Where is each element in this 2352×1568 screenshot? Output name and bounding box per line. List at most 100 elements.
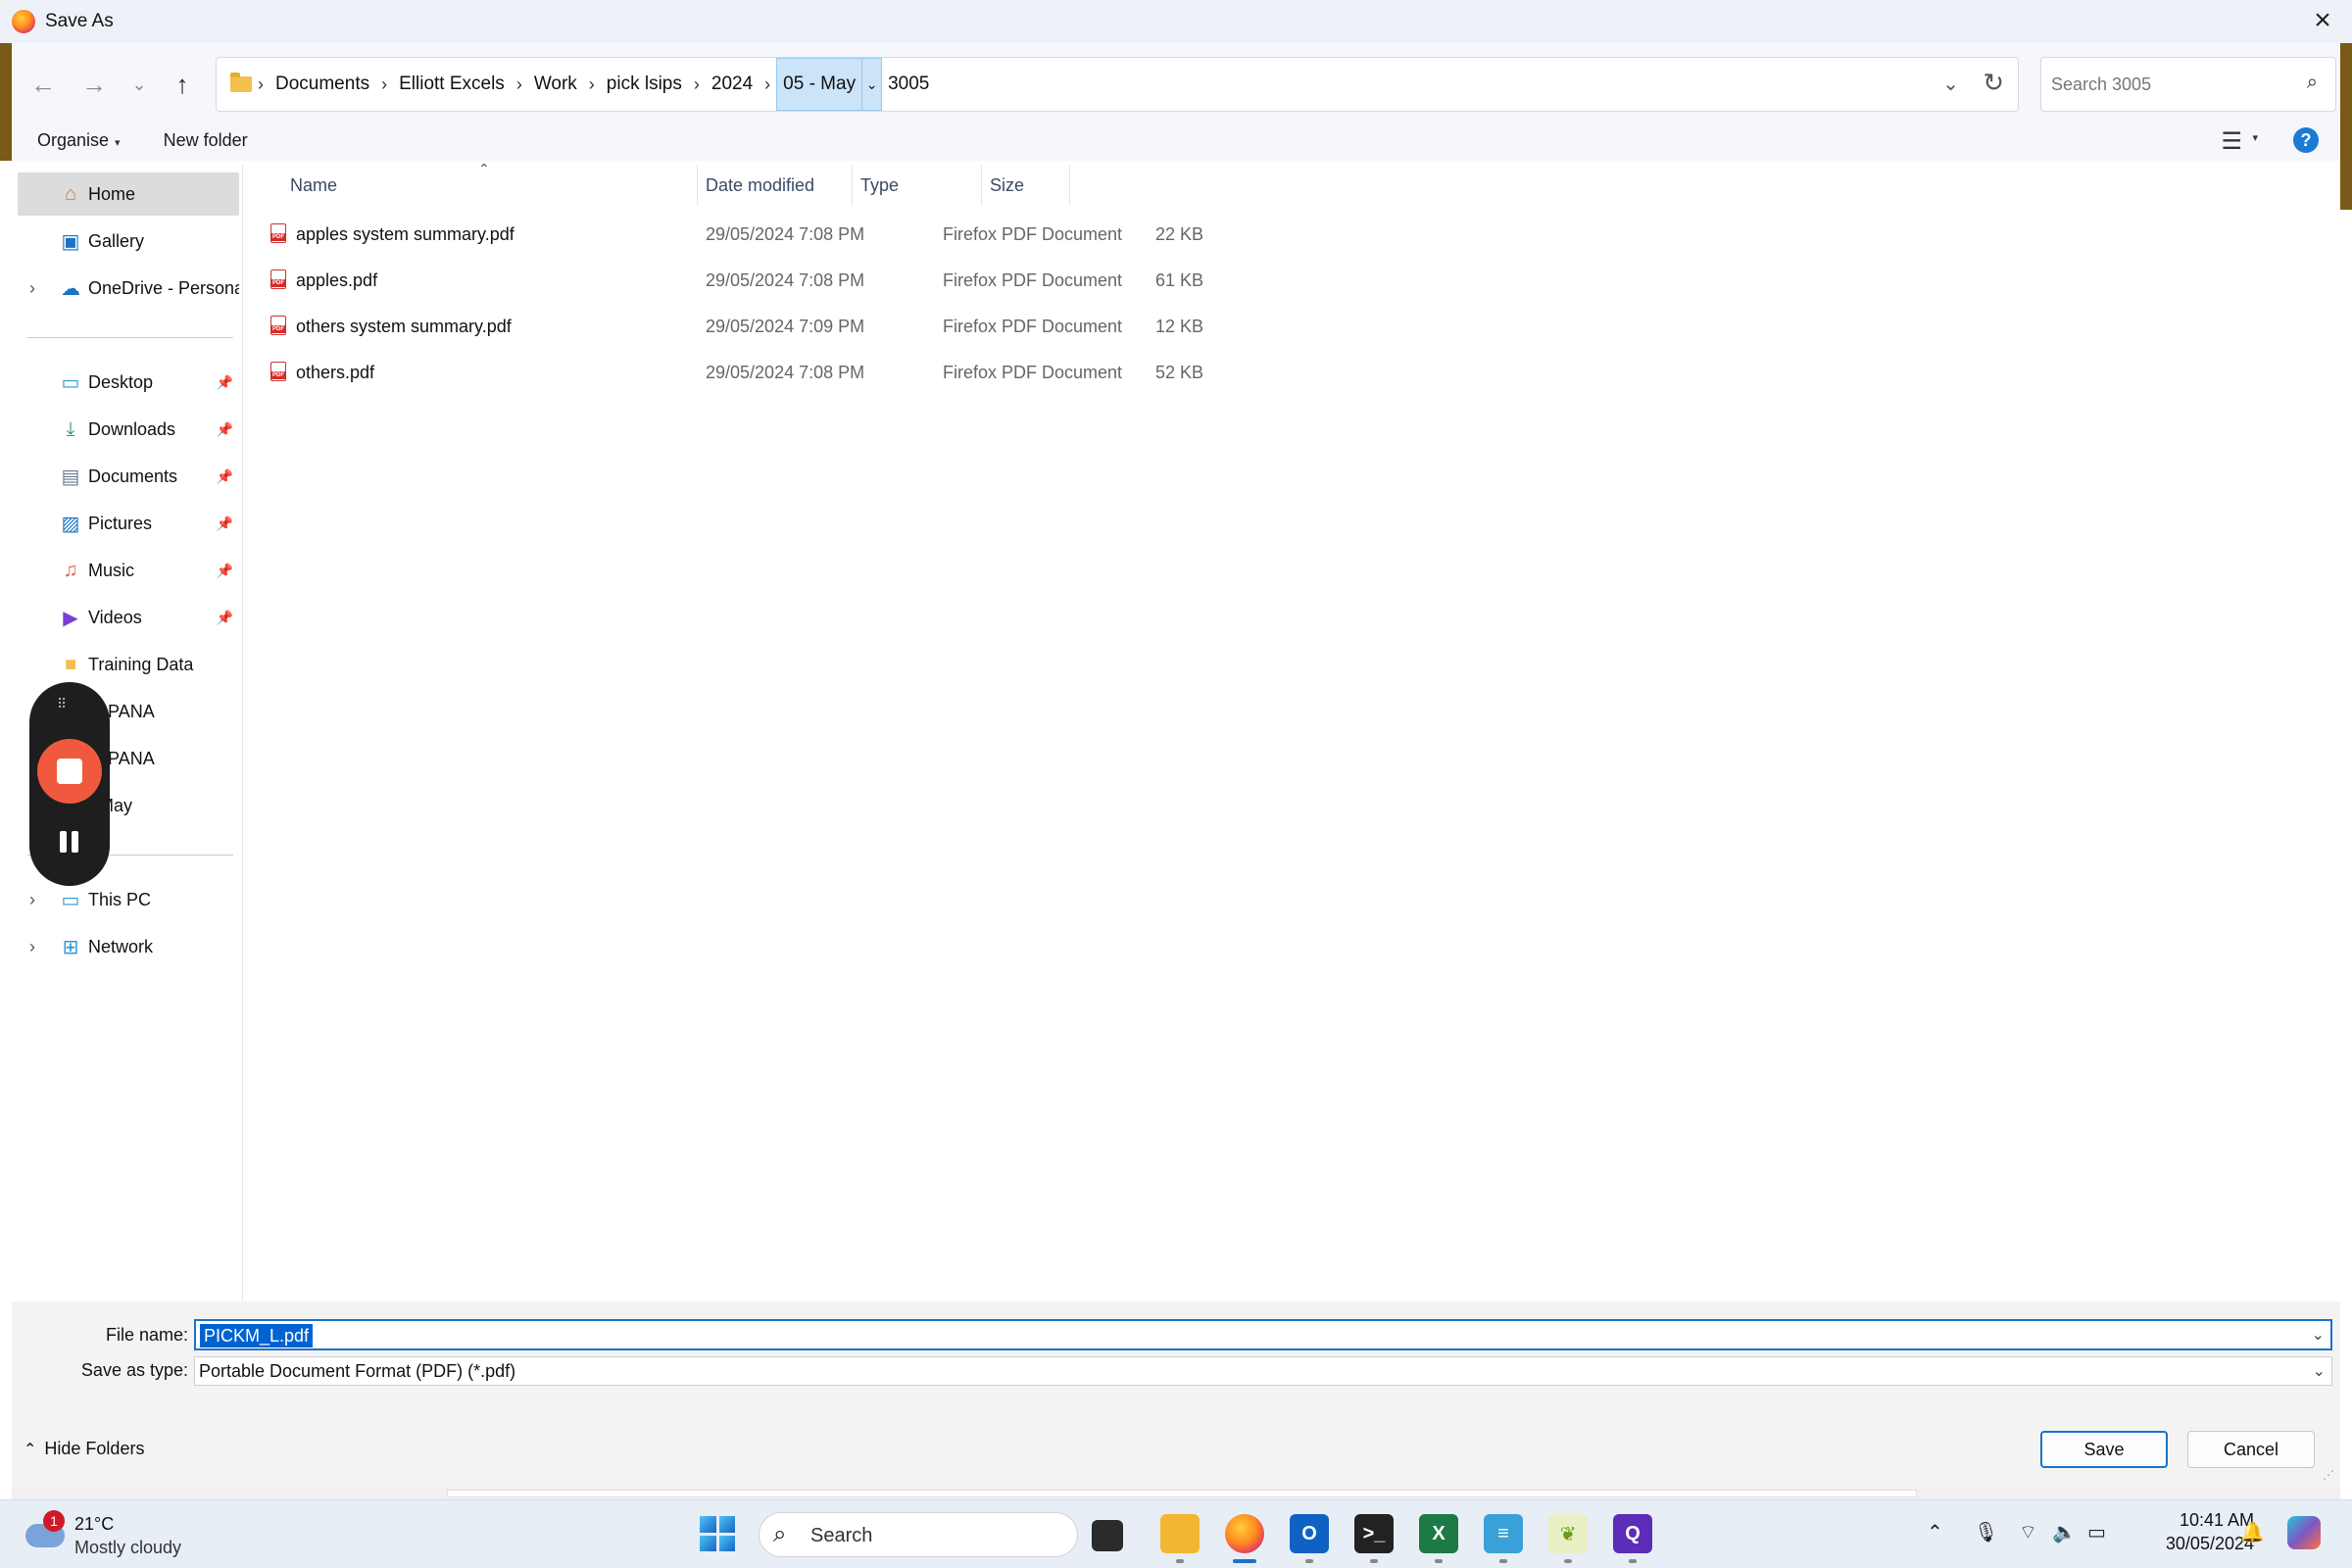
file-name-field[interactable]: PICKM_L.pdf ⌄ [194, 1319, 2332, 1350]
pin-icon[interactable]: 📌 [217, 515, 233, 532]
chevron-right-icon[interactable]: › [29, 278, 35, 299]
breadcrumb-separator-icon[interactable]: › [511, 74, 528, 95]
file-date: 29/05/2024 7:09 PM [706, 316, 865, 336]
search-input[interactable] [2051, 70, 2286, 99]
pin-icon[interactable]: 📌 [217, 563, 233, 579]
column-header-size[interactable]: Size [982, 165, 1070, 206]
weather-widget[interactable]: 1 21°C Mostly cloudy [25, 1510, 221, 1559]
recent-locations-chevron-icon[interactable]: ⌄ [118, 63, 161, 106]
battery-icon[interactable]: ▭ [2087, 1520, 2106, 1544]
speaker-icon[interactable]: 🔈 [2052, 1520, 2077, 1544]
horizontal-scrollbar[interactable] [12, 1488, 2340, 1499]
sidebar-item-pictures[interactable]: ▨ Pictures 📌 [18, 502, 239, 545]
new-folder-button[interactable]: New folder [164, 130, 248, 151]
file-row[interactable]: others system summary.pdf 29/05/2024 7:0… [267, 304, 1305, 349]
column-header-date-modified[interactable]: Date modified [698, 165, 853, 206]
back-arrow-icon[interactable]: ← [22, 63, 65, 106]
terminal-icon[interactable]: >_ [1354, 1514, 1394, 1563]
view-options-icon[interactable]: ☰ [2221, 127, 2242, 156]
sidebar-item-documents[interactable]: ▤ Documents 📌 [18, 455, 239, 498]
sidebar-item-home[interactable]: ⌂ Home [18, 172, 239, 216]
breadcrumb-05-may[interactable]: 05 - May [776, 58, 863, 111]
search-box[interactable]: ⌕ [2040, 57, 2336, 112]
breadcrumb-2024[interactable]: 2024 [706, 74, 759, 95]
close-icon[interactable]: × [2307, 6, 2338, 37]
breadcrumb-separator-icon[interactable]: › [583, 74, 601, 95]
sidebar-item-videos[interactable]: ▶ Videos 📌 [18, 596, 239, 639]
chevron-down-icon[interactable]: ⌄ [862, 58, 883, 111]
pin-icon[interactable]: 📌 [217, 468, 233, 485]
file-date: 29/05/2024 7:08 PM [706, 362, 865, 382]
copilot-icon[interactable] [2287, 1516, 2321, 1549]
help-icon[interactable]: ? [2293, 127, 2319, 153]
wifi-icon[interactable]: ⌔ [2019, 1520, 2037, 1544]
organise-label: Organise [37, 129, 110, 150]
pin-icon[interactable]: 📌 [217, 374, 233, 391]
app-q-icon[interactable]: Q [1613, 1514, 1652, 1563]
file-list: ⌃ Name Date modified Type Size apples sy… [243, 161, 2340, 1301]
chevron-down-icon[interactable]: ⌄ [2312, 1325, 2325, 1345]
firefox-icon[interactable] [1225, 1514, 1264, 1563]
sidebar-item-gallery[interactable]: ▣ Gallery [18, 220, 239, 263]
up-arrow-icon[interactable]: ↑ [161, 63, 204, 106]
address-bar[interactable]: › Documents › Elliott Excels › Work › pi… [216, 57, 2019, 112]
caret-down-icon[interactable]: ▾ [2252, 131, 2258, 144]
cancel-button[interactable]: Cancel [2187, 1431, 2315, 1468]
file-row[interactable]: apples.pdf 29/05/2024 7:08 PM Firefox PD… [267, 258, 1305, 303]
breadcrumb-elliott-excels[interactable]: Elliott Excels [393, 74, 511, 95]
breadcrumb-work[interactable]: Work [528, 74, 583, 95]
music-icon: ♫ [63, 559, 78, 581]
stop-recording-button[interactable] [37, 739, 102, 804]
breadcrumb-separator-icon[interactable]: › [375, 74, 393, 95]
column-header-name[interactable]: Name [282, 165, 698, 206]
file-explorer-icon[interactable] [1160, 1514, 1200, 1563]
save-as-type-select[interactable]: Portable Document Format (PDF) (*.pdf) ⌄ [194, 1356, 2332, 1386]
scrollbar-thumb[interactable] [447, 1490, 1917, 1497]
notification-bell-icon[interactable]: 🔔 [2240, 1520, 2265, 1544]
chevron-down-icon[interactable]: ⌄ [2313, 1361, 2326, 1381]
notepad-icon[interactable]: ≡ [1484, 1514, 1523, 1563]
forward-arrow-icon[interactable]: → [73, 63, 116, 106]
excel-icon[interactable]: X [1419, 1514, 1458, 1563]
breadcrumb-separator-icon[interactable]: › [688, 74, 706, 95]
column-header-type[interactable]: Type [853, 165, 982, 206]
save-button[interactable]: Save [2040, 1431, 2168, 1468]
sidebar-item-onedrive[interactable]: › ☁ OneDrive - Persona [18, 267, 239, 310]
chevron-up-icon[interactable]: ⌃ [1927, 1520, 1943, 1544]
organise-button[interactable]: Organise ▾ [37, 130, 121, 151]
taskbar-search[interactable]: ⌕ Search [759, 1512, 1078, 1557]
chevron-right-icon[interactable]: › [29, 937, 35, 957]
sidebar-item-label: 2_PANA [88, 748, 155, 768]
search-icon[interactable]: ⌕ [2307, 72, 2318, 94]
background-window-edge [2340, 43, 2352, 210]
sidebar-item-downloads[interactable]: ⤓ Downloads 📌 [18, 408, 239, 451]
start-button[interactable] [700, 1516, 735, 1551]
breadcrumb-separator-icon[interactable]: › [252, 74, 270, 95]
sidebar-item-this-pc[interactable]: › ▭ This PC [18, 878, 239, 921]
leaf-app-icon[interactable]: ❦ [1548, 1514, 1588, 1563]
address-history-chevron-icon[interactable]: ⌄ [1942, 72, 1959, 96]
sidebar-item-music[interactable]: ♫ Music 📌 [18, 549, 239, 592]
sidebar-item-network[interactable]: › ⊞ Network [18, 925, 239, 968]
file-row[interactable]: others.pdf 29/05/2024 7:08 PM Firefox PD… [267, 350, 1305, 395]
file-row[interactable]: apples system summary.pdf 29/05/2024 7:0… [267, 212, 1305, 257]
breadcrumb-separator-icon[interactable]: › [759, 74, 776, 95]
pin-icon[interactable]: 📌 [217, 610, 233, 626]
resize-grip-icon[interactable]: ⋰ [2323, 1468, 2334, 1482]
breadcrumb-pick-lsips[interactable]: pick lsips [601, 74, 688, 95]
chevron-right-icon[interactable]: › [29, 890, 35, 910]
breadcrumb-documents[interactable]: Documents [270, 74, 375, 95]
sidebar-item-training-data[interactable]: ■ Training Data [18, 643, 239, 686]
cloud-icon: ☁ [61, 277, 80, 300]
drag-handle-icon[interactable]: ⠿ [57, 696, 68, 712]
hide-folders-button[interactable]: ⌃ Hide Folders [24, 1439, 144, 1459]
task-view-icon[interactable] [1092, 1520, 1123, 1551]
pin-icon[interactable]: 📌 [217, 421, 233, 438]
breadcrumb-3005[interactable]: 3005 [882, 74, 935, 95]
file-name-value[interactable]: PICKM_L.pdf [200, 1324, 314, 1348]
outlook-icon[interactable]: O [1290, 1514, 1329, 1563]
sidebar-item-desktop[interactable]: ▭ Desktop 📌 [18, 361, 239, 404]
pause-recording-button[interactable] [57, 831, 82, 853]
microphone-icon[interactable]: 🎙 [1974, 1520, 1998, 1544]
refresh-icon[interactable]: ↻ [1983, 68, 2004, 98]
